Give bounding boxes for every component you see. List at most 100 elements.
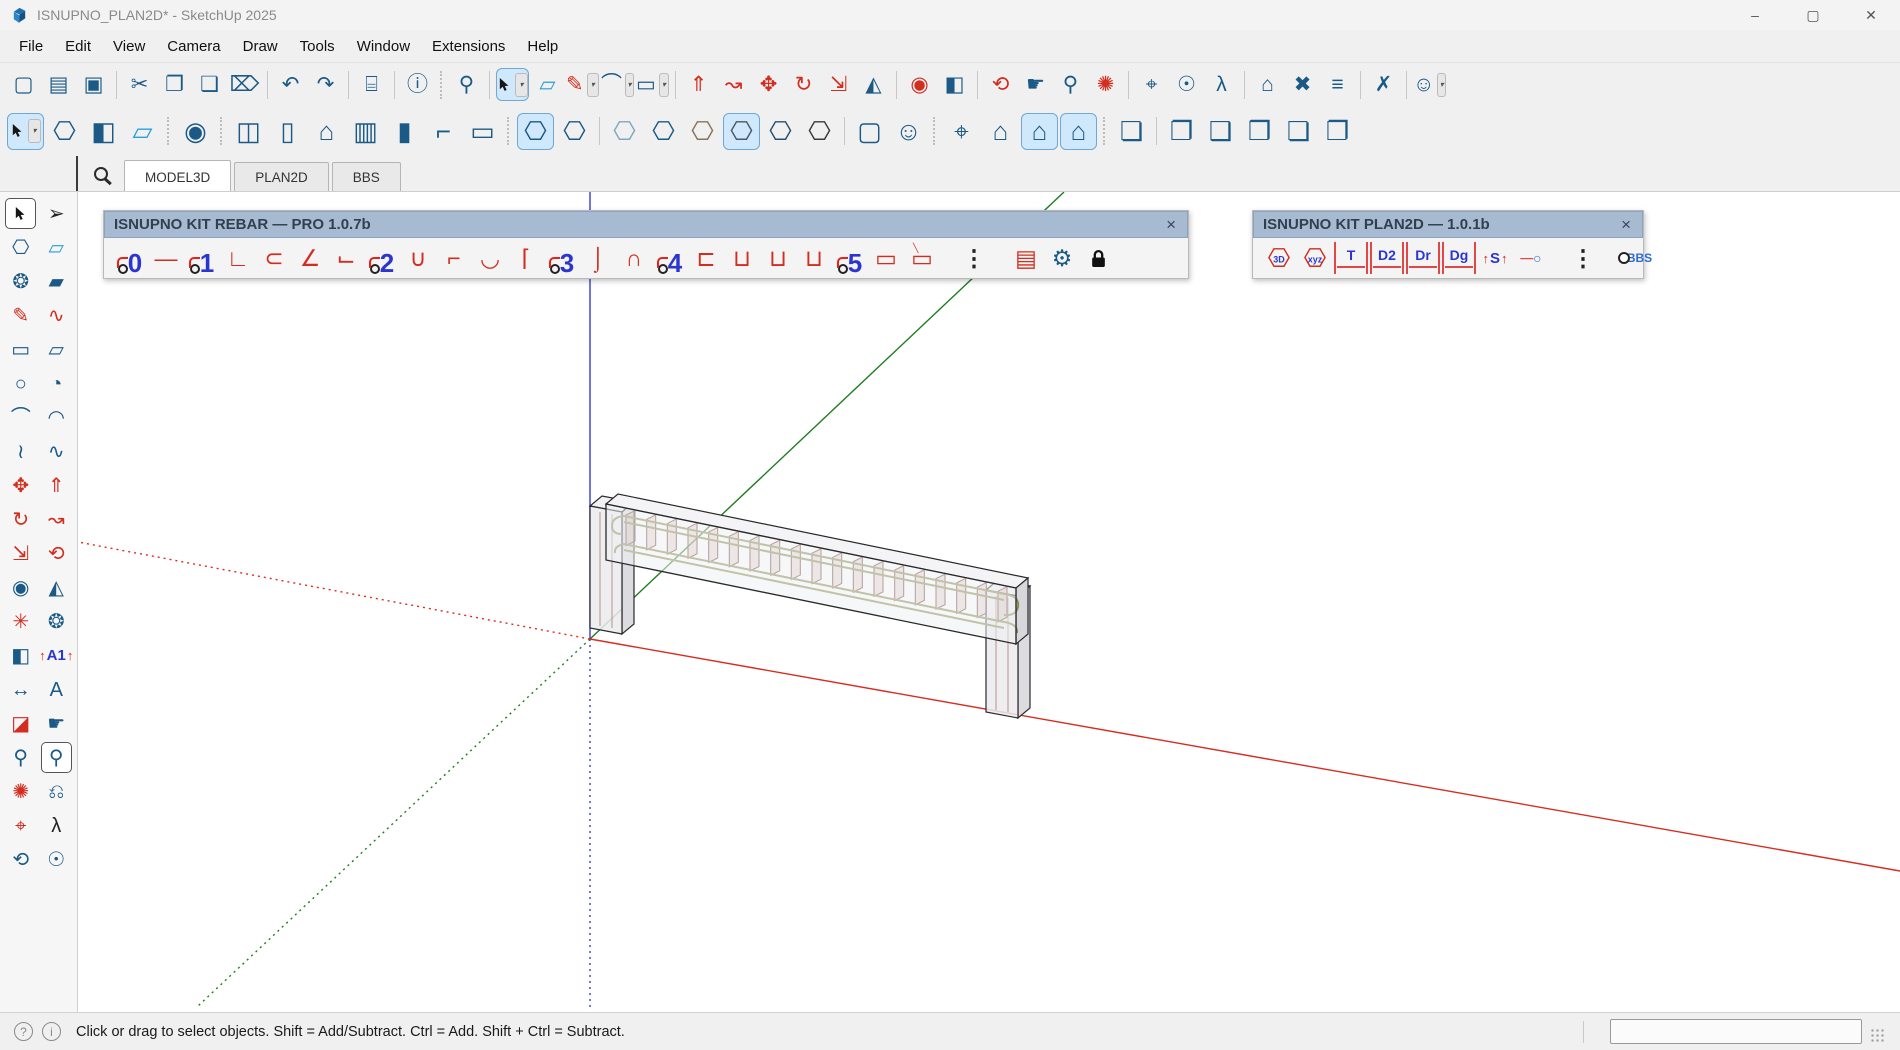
rebar-kit-panel-header[interactable]: ISNUPNO KIT REBAR — PRO 1.0.7b × [104, 211, 1188, 238]
look-around-tool[interactable]: ☉ [41, 844, 72, 875]
menu-view[interactable]: View [102, 33, 156, 60]
rebar-hook-j[interactable]: ⌡ [581, 242, 615, 274]
minimize-button[interactable]: – [1726, 0, 1784, 30]
slab-tool[interactable]: ▭ [464, 113, 501, 150]
plan2d-axes-cube-button[interactable]: ⎔xyz [1298, 242, 1332, 274]
follow-me-tool[interactable]: ↝ [717, 68, 750, 101]
offset-tool[interactable]: ◉ [5, 572, 36, 603]
rebar-shape-code-4[interactable]: 4 [653, 242, 687, 274]
rebar-stirrup-u2[interactable]: ⊔ [761, 242, 795, 274]
plan2d-dim-dr-button[interactable]: Dr [1406, 242, 1440, 274]
rebar-stirrup-open[interactable]: ⊏ [689, 242, 723, 274]
account-button-dropdown[interactable]: ▾ [1437, 73, 1446, 97]
rebar-stirrup-closed-tick[interactable]: ▭ [905, 242, 939, 274]
column-tool[interactable]: ▮ [386, 113, 423, 150]
eraser-tool[interactable]: ▱ [531, 68, 564, 101]
rotate-tool[interactable]: ↻ [5, 504, 36, 535]
zoom-extents-tool[interactable]: ✺ [1089, 68, 1122, 101]
eraser-tool[interactable]: ▱ [124, 113, 161, 150]
select-tool-dropdown[interactable]: ▾ [28, 119, 41, 143]
arc-tool[interactable]: ⌒▾ [601, 68, 634, 101]
flip-tool[interactable]: ◭ [41, 572, 72, 603]
plan2d-panel-close-icon[interactable]: × [1619, 215, 1633, 235]
explode-button[interactable]: ❐ [1163, 113, 1200, 150]
iso-view-button[interactable]: ⎔ [517, 113, 554, 150]
scale-tool[interactable]: ⇲ [5, 538, 36, 569]
zoom-previous-tool[interactable]: ⎌ [41, 776, 72, 807]
window-frame-tool[interactable]: ▥ [347, 113, 384, 150]
hand-tool[interactable]: ☛ [41, 708, 72, 739]
tab-bbs[interactable]: BBS [332, 162, 401, 191]
dimension-tool[interactable]: ↔ [5, 674, 36, 705]
rectangle-tool-dropdown[interactable]: ▾ [659, 73, 669, 97]
cut-button[interactable]: ✂ [123, 68, 156, 101]
lock-group-button[interactable]: ❒ [1241, 113, 1278, 150]
textured-view-button[interactable]: ⎔ [762, 113, 799, 150]
line-tool[interactable]: ✎ [5, 300, 36, 331]
pan-tool[interactable]: ☛ [1019, 68, 1052, 101]
back-edges-view-button[interactable]: ⎔ [645, 113, 682, 150]
push-pull-tool[interactable]: ⇑ [682, 68, 715, 101]
rebar-shape-code-0[interactable]: 0 [113, 242, 147, 274]
rectangle-tool[interactable]: ▭▾ [636, 68, 669, 101]
face-camera-b-button[interactable]: ⌂ [1021, 113, 1058, 150]
add-person-button[interactable]: ☺ [890, 113, 927, 150]
plan2d-more-menu[interactable]: ⋮ [1566, 242, 1600, 274]
rebar-more-menu[interactable]: ⋮ [957, 242, 991, 274]
wireframe-view-button[interactable]: ⎔ [556, 113, 593, 150]
rebar-stirrup-closed[interactable]: ▭ [869, 242, 903, 274]
paint-tool[interactable]: ◧ [5, 640, 36, 671]
wall-panel-tool[interactable]: ▯ [269, 113, 306, 150]
shaded-view-button[interactable]: ⎔ [723, 113, 760, 150]
menu-file[interactable]: File [8, 33, 54, 60]
rebar-shape-code-1[interactable]: 1 [185, 242, 219, 274]
select-connected-tool[interactable]: ➢ [41, 198, 72, 229]
model-info-button[interactable]: ⓘ [401, 68, 434, 101]
move-tool[interactable]: ✥ [5, 470, 36, 501]
circle-tool[interactable]: ○ [5, 368, 36, 399]
rebar-shape-code-2[interactable]: 2 [365, 242, 399, 274]
measurements-input[interactable] [1610, 1019, 1862, 1044]
look-around-tool[interactable]: ☉ [1170, 68, 1203, 101]
rotate-tool[interactable]: ↻ [787, 68, 820, 101]
arc-tool-dropdown[interactable]: ▾ [625, 73, 634, 97]
xray-view-button[interactable]: ⎔ [606, 113, 643, 150]
zoom-tool[interactable]: ⚲ [1054, 68, 1087, 101]
plan2d-bbs-button[interactable]: BBS [1618, 242, 1652, 274]
curve-tool[interactable]: ∿ [41, 436, 72, 467]
layers-button[interactable]: ≡ [1321, 68, 1354, 101]
plan2d-dim-d2-button[interactable]: D2 [1370, 242, 1404, 274]
move-to-layer-button[interactable]: ❏ [1280, 113, 1317, 150]
follow-me-tool[interactable]: ↝ [41, 504, 72, 535]
rebar-panel-close-icon[interactable]: × [1164, 215, 1178, 235]
text-box-tool[interactable]: ↑A1↑ [41, 640, 72, 671]
search-button[interactable] [78, 156, 124, 191]
rebar-hook-c[interactable]: ⊂ [257, 242, 291, 274]
offset-tool[interactable]: ◉ [903, 68, 936, 101]
rebar-bend-90[interactable]: ∟ [221, 242, 255, 274]
paste-in-place-button[interactable]: ❐ [1319, 113, 1356, 150]
rebar-beam-model[interactable] [590, 494, 1030, 718]
axes-compass-button[interactable]: ⌖ [943, 113, 980, 150]
print-button[interactable]: ⌸ [355, 68, 388, 101]
menu-extensions[interactable]: Extensions [421, 33, 516, 60]
3d-text-tool[interactable]: A [41, 674, 72, 705]
new-file-button[interactable]: ▢ [7, 68, 40, 101]
make-component-button[interactable]: ⎔ [46, 113, 83, 150]
plan2d-dim-s-button[interactable]: ↑S↑ [1478, 242, 1512, 274]
rebar-u-bar[interactable]: ∪ [401, 242, 435, 274]
orbit-tool[interactable]: ⟲ [5, 844, 36, 875]
save-button[interactable]: ▣ [77, 68, 110, 101]
pie-tool[interactable]: ◔ [41, 368, 72, 399]
rebar-u-round[interactable]: ◡ [473, 242, 507, 274]
search-tool[interactable]: ⚲ [450, 68, 483, 101]
select-tool[interactable]: ▾ [496, 68, 529, 101]
paste-button[interactable]: ❏ [193, 68, 226, 101]
tab-model3d[interactable]: MODEL3D [124, 160, 231, 191]
help-icon[interactable]: ? [14, 1022, 33, 1041]
line-tool[interactable]: ✎▾ [566, 68, 599, 101]
hidden-line-view-button[interactable]: ⎔ [684, 113, 721, 150]
push-pull-tool[interactable]: ⇑ [41, 470, 72, 501]
copy-button[interactable]: ❐ [158, 68, 191, 101]
outer-shell-tool[interactable]: ❂ [41, 606, 72, 637]
